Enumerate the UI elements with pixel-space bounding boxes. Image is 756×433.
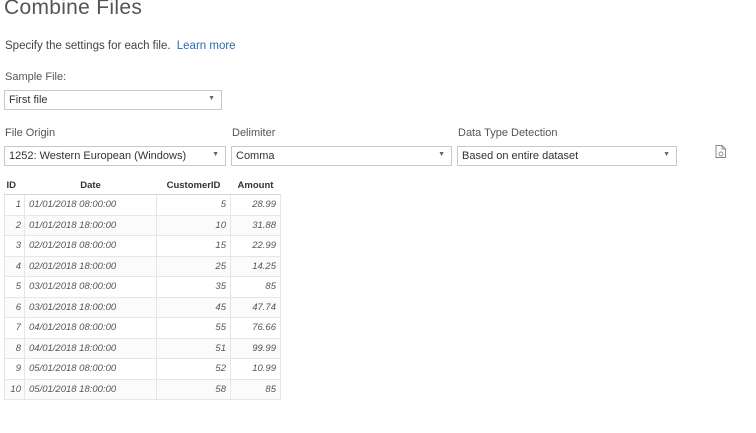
data-type-detection-label: Data Type Detection bbox=[458, 127, 558, 139]
cell-id: 9 bbox=[4, 358, 25, 380]
cell-customerid: 15 bbox=[156, 235, 231, 257]
cell-amount: 76.66 bbox=[230, 317, 281, 339]
delimiter-label: Delimiter bbox=[232, 127, 276, 139]
cell-id: 10 bbox=[4, 379, 25, 400]
cell-date: 04/01/2018 08:00:00 bbox=[24, 317, 157, 339]
cell-customerid: 52 bbox=[156, 358, 231, 380]
data-type-detection-select[interactable]: Based on entire dataset ▼ bbox=[457, 146, 677, 166]
file-origin-value: 1252: Western European (Windows) bbox=[9, 150, 187, 162]
cell-amount: 85 bbox=[230, 276, 281, 298]
table-row: 1 01/01/2018 08:00:00 5 28.99 bbox=[4, 194, 281, 216]
cell-date: 05/01/2018 18:00:00 bbox=[24, 379, 157, 400]
cell-date: 02/01/2018 08:00:00 bbox=[24, 235, 157, 257]
cell-customerid: 25 bbox=[156, 256, 231, 277]
column-header-amount[interactable]: Amount bbox=[230, 177, 281, 195]
dialog-subtitle: Specify the settings for each file. Lear… bbox=[5, 40, 236, 52]
column-header-customerid[interactable]: CustomerID bbox=[156, 177, 231, 195]
table-row: 8 04/01/2018 18:00:00 51 99.99 bbox=[4, 338, 281, 359]
delimiter-value: Comma bbox=[236, 150, 275, 162]
cell-amount: 85 bbox=[230, 379, 281, 400]
cell-date: 03/01/2018 18:00:00 bbox=[24, 297, 157, 318]
cell-amount: 47.74 bbox=[230, 297, 281, 318]
cell-amount: 22.99 bbox=[230, 235, 281, 257]
sample-file-value: First file bbox=[9, 94, 48, 106]
cell-id: 8 bbox=[4, 338, 25, 359]
cell-date: 02/01/2018 18:00:00 bbox=[24, 256, 157, 277]
cell-customerid: 5 bbox=[156, 194, 231, 216]
cell-amount: 14.25 bbox=[230, 256, 281, 277]
preview-table: ID Date CustomerID Amount 1 01/01/2018 0… bbox=[4, 177, 281, 400]
cell-id: 4 bbox=[4, 256, 25, 277]
cell-amount: 31.88 bbox=[230, 215, 281, 236]
cell-date: 01/01/2018 18:00:00 bbox=[24, 215, 157, 236]
cell-amount: 99.99 bbox=[230, 338, 281, 359]
cell-customerid: 51 bbox=[156, 338, 231, 359]
file-origin-select[interactable]: 1252: Western European (Windows) ▼ bbox=[4, 146, 226, 166]
data-type-detection-value: Based on entire dataset bbox=[462, 150, 579, 162]
column-header-id[interactable]: ID bbox=[4, 177, 25, 195]
table-row: 6 03/01/2018 18:00:00 45 47.74 bbox=[4, 297, 281, 318]
table-row: 5 03/01/2018 08:00:00 35 85 bbox=[4, 276, 281, 298]
cell-date: 03/01/2018 08:00:00 bbox=[24, 276, 157, 298]
file-origin-label: File Origin bbox=[5, 127, 56, 139]
cell-id: 6 bbox=[4, 297, 25, 318]
sample-file-label: Sample File: bbox=[5, 71, 67, 83]
table-row: 7 04/01/2018 08:00:00 55 76.66 bbox=[4, 317, 281, 339]
chevron-down-icon: ▼ bbox=[212, 151, 219, 158]
cell-id: 2 bbox=[4, 215, 25, 236]
table-row: 9 05/01/2018 08:00:00 52 10.99 bbox=[4, 358, 281, 380]
cell-id: 3 bbox=[4, 235, 25, 257]
cell-customerid: 58 bbox=[156, 379, 231, 400]
delimiter-select[interactable]: Comma ▼ bbox=[231, 146, 452, 166]
column-header-date[interactable]: Date bbox=[24, 177, 157, 195]
cell-customerid: 35 bbox=[156, 276, 231, 298]
table-row: 4 02/01/2018 18:00:00 25 14.25 bbox=[4, 256, 281, 277]
file-refresh-icon[interactable] bbox=[715, 145, 726, 158]
chevron-down-icon: ▼ bbox=[208, 95, 215, 102]
table-row: 10 05/01/2018 18:00:00 58 85 bbox=[4, 379, 281, 400]
dialog-title: Combine Files bbox=[4, 0, 143, 19]
chevron-down-icon: ▼ bbox=[438, 151, 445, 158]
cell-id: 7 bbox=[4, 317, 25, 339]
table-header-row: ID Date CustomerID Amount bbox=[4, 177, 281, 195]
cell-amount: 10.99 bbox=[230, 358, 281, 380]
learn-more-link[interactable]: Learn more bbox=[177, 40, 236, 52]
table-row: 2 01/01/2018 18:00:00 10 31.88 bbox=[4, 215, 281, 236]
cell-customerid: 55 bbox=[156, 317, 231, 339]
cell-id: 1 bbox=[4, 194, 25, 216]
cell-date: 05/01/2018 08:00:00 bbox=[24, 358, 157, 380]
table-row: 3 02/01/2018 08:00:00 15 22.99 bbox=[4, 235, 281, 257]
cell-date: 01/01/2018 08:00:00 bbox=[24, 194, 157, 216]
cell-amount: 28.99 bbox=[230, 194, 281, 216]
sample-file-select[interactable]: First file ▼ bbox=[4, 90, 222, 110]
cell-customerid: 45 bbox=[156, 297, 231, 318]
cell-id: 5 bbox=[4, 276, 25, 298]
cell-customerid: 10 bbox=[156, 215, 231, 236]
chevron-down-icon: ▼ bbox=[663, 151, 670, 158]
subtitle-text: Specify the settings for each file. bbox=[5, 40, 171, 52]
cell-date: 04/01/2018 18:00:00 bbox=[24, 338, 157, 359]
